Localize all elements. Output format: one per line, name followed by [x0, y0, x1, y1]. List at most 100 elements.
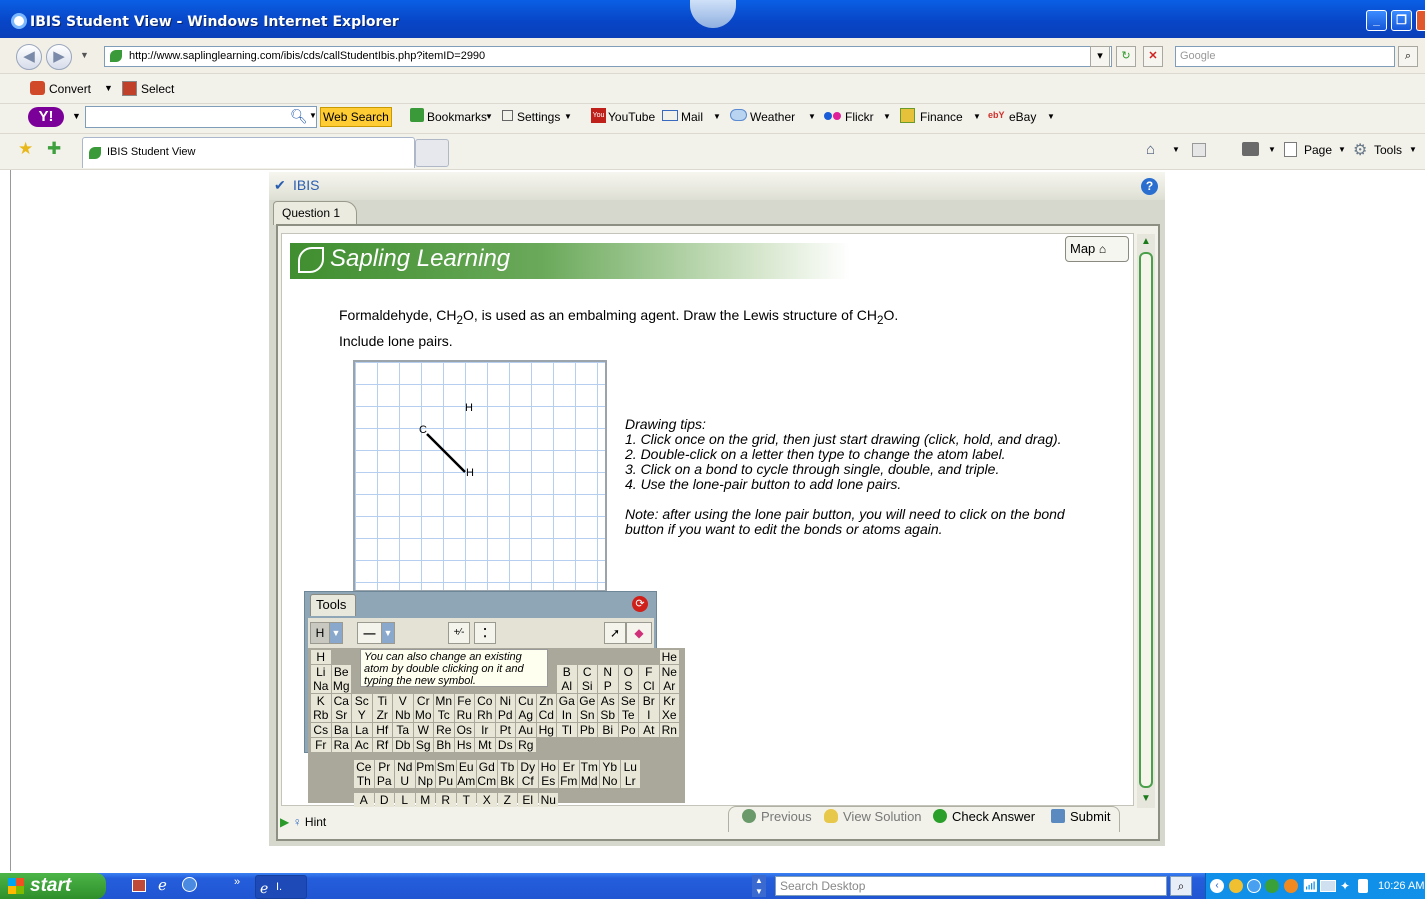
- element-fr[interactable]: Fr: [311, 737, 331, 752]
- element-pu[interactable]: Pu: [436, 774, 456, 789]
- help-icon[interactable]: ?: [1141, 178, 1158, 195]
- address-dropdown-button[interactable]: ▾: [1090, 46, 1110, 67]
- element-cu[interactable]: Cu: [516, 693, 536, 708]
- element-mt[interactable]: Mt: [475, 737, 495, 752]
- tray-app-icon-2[interactable]: [1247, 879, 1261, 893]
- element-te[interactable]: Te: [618, 708, 638, 723]
- flickr-dropdown-icon[interactable]: ▼: [883, 112, 891, 121]
- element-hs[interactable]: Hs: [454, 737, 474, 752]
- element-i[interactable]: I: [639, 708, 659, 723]
- element-hg[interactable]: Hg: [536, 723, 556, 737]
- home-icon[interactable]: ⌂: [1146, 141, 1155, 158]
- tray-app-icon-4[interactable]: [1284, 879, 1298, 893]
- element-w[interactable]: W: [413, 723, 433, 737]
- special-atom-m[interactable]: M: [415, 793, 435, 808]
- previous-button[interactable]: Previous: [742, 809, 812, 825]
- element-cr[interactable]: Cr: [413, 693, 433, 708]
- home-dropdown-icon[interactable]: ▼: [1172, 145, 1180, 154]
- element-ru[interactable]: Ru: [454, 708, 474, 723]
- element-xe[interactable]: Xe: [659, 708, 679, 723]
- close-button[interactable]: [1416, 10, 1425, 31]
- element-ir[interactable]: Ir: [475, 723, 495, 737]
- element-p[interactable]: P: [598, 679, 618, 694]
- yahoo-menu-dropdown-icon[interactable]: ▼: [72, 111, 81, 121]
- element-lr[interactable]: Lr: [620, 774, 640, 789]
- scroll-down-icon[interactable]: ▼: [1139, 792, 1153, 806]
- element-b[interactable]: B: [557, 664, 577, 679]
- element-k[interactable]: K: [311, 693, 331, 708]
- special-atom-x[interactable]: X: [477, 793, 497, 808]
- scroll-thumb[interactable]: [1139, 252, 1153, 788]
- convert-button[interactable]: Convert: [49, 82, 91, 96]
- element-ar[interactable]: Ar: [659, 679, 679, 694]
- element-ds[interactable]: Ds: [495, 737, 515, 752]
- tools-dropdown-icon[interactable]: ▼: [1409, 145, 1417, 154]
- c-h-bond[interactable]: [426, 433, 466, 473]
- element-tb[interactable]: Tb: [497, 759, 517, 774]
- start-button[interactable]: start: [0, 873, 106, 899]
- element-pb[interactable]: Pb: [577, 723, 597, 737]
- element-cm[interactable]: Cm: [477, 774, 497, 789]
- element-ti[interactable]: Ti: [372, 693, 392, 708]
- element-h[interactable]: H: [311, 650, 331, 664]
- element-ca[interactable]: Ca: [331, 693, 351, 708]
- quicklaunch-browser-icon[interactable]: [182, 877, 197, 892]
- quicklaunch-desktop-icon[interactable]: [132, 879, 146, 892]
- element-lu[interactable]: Lu: [620, 759, 640, 774]
- element-ge[interactable]: Ge: [577, 693, 597, 708]
- youtube-button[interactable]: YouTube: [608, 110, 655, 124]
- address-input[interactable]: http://www.saplinglearning.com/ibis/cds/…: [104, 46, 1112, 67]
- finance-dropdown-icon[interactable]: ▼: [973, 112, 981, 121]
- new-tab-button[interactable]: [415, 139, 449, 167]
- element-ho[interactable]: Ho: [538, 759, 558, 774]
- tools-tab[interactable]: Tools: [310, 594, 356, 616]
- element-os[interactable]: Os: [454, 723, 474, 737]
- submit-button[interactable]: Submit: [1051, 809, 1110, 825]
- element-eu[interactable]: Eu: [456, 759, 476, 774]
- weather-button[interactable]: Weather: [750, 110, 795, 124]
- element-pa[interactable]: Pa: [374, 774, 394, 789]
- element-zn[interactable]: Zn: [536, 693, 556, 708]
- bond-tool-icon[interactable]: —: [357, 622, 382, 644]
- element-se[interactable]: Se: [618, 693, 638, 708]
- settings-button[interactable]: Settings: [517, 110, 560, 124]
- element-n[interactable]: N: [598, 664, 618, 679]
- element-la[interactable]: La: [352, 723, 372, 737]
- eraser-tool-icon[interactable]: ◆: [626, 622, 652, 644]
- search-scroll-icon[interactable]: ▲ ▼: [752, 875, 766, 897]
- special-atom-t[interactable]: T: [456, 793, 476, 808]
- desktop-search-button[interactable]: ⌕: [1170, 876, 1192, 896]
- tray-shield-icon[interactable]: ✦: [1340, 879, 1350, 893]
- element-db[interactable]: Db: [393, 737, 413, 752]
- special-atom-nu[interactable]: Nu: [538, 793, 558, 808]
- element-na[interactable]: Na: [311, 679, 331, 694]
- element-co[interactable]: Co: [475, 693, 495, 708]
- element-li[interactable]: Li: [311, 664, 331, 679]
- charge-button[interactable]: +⁄-: [448, 622, 470, 644]
- element-at[interactable]: At: [639, 723, 659, 737]
- element-bk[interactable]: Bk: [497, 774, 517, 789]
- history-dropdown-icon[interactable]: ▼: [80, 50, 89, 60]
- element-nb[interactable]: Nb: [393, 708, 413, 723]
- element-np[interactable]: Np: [415, 774, 435, 789]
- element-ba[interactable]: Ba: [331, 723, 351, 737]
- back-button[interactable]: ◀: [16, 44, 42, 70]
- forward-button[interactable]: ▶: [46, 44, 72, 70]
- element-ta[interactable]: Ta: [393, 723, 413, 737]
- element-zr[interactable]: Zr: [372, 708, 392, 723]
- element-br[interactable]: Br: [639, 693, 659, 708]
- scroll-up-icon[interactable]: ▲: [1139, 235, 1153, 249]
- tray-monitor-icon[interactable]: [1320, 880, 1336, 892]
- element-nd[interactable]: Nd: [395, 759, 415, 774]
- element-re[interactable]: Re: [434, 723, 454, 737]
- yahoo-logo-icon[interactable]: Y!: [28, 107, 64, 127]
- element-fe[interactable]: Fe: [454, 693, 474, 708]
- tray-network-icon[interactable]: 📶︎: [1302, 878, 1319, 894]
- tray-app-icon-3[interactable]: [1265, 879, 1279, 893]
- map-button[interactable]: Map ⌂: [1065, 236, 1129, 262]
- ebay-button[interactable]: eBay: [1009, 110, 1036, 124]
- element-rg[interactable]: Rg: [516, 737, 536, 752]
- element-be[interactable]: Be: [331, 664, 351, 679]
- element-o[interactable]: O: [618, 664, 638, 679]
- element-si[interactable]: Si: [577, 679, 597, 694]
